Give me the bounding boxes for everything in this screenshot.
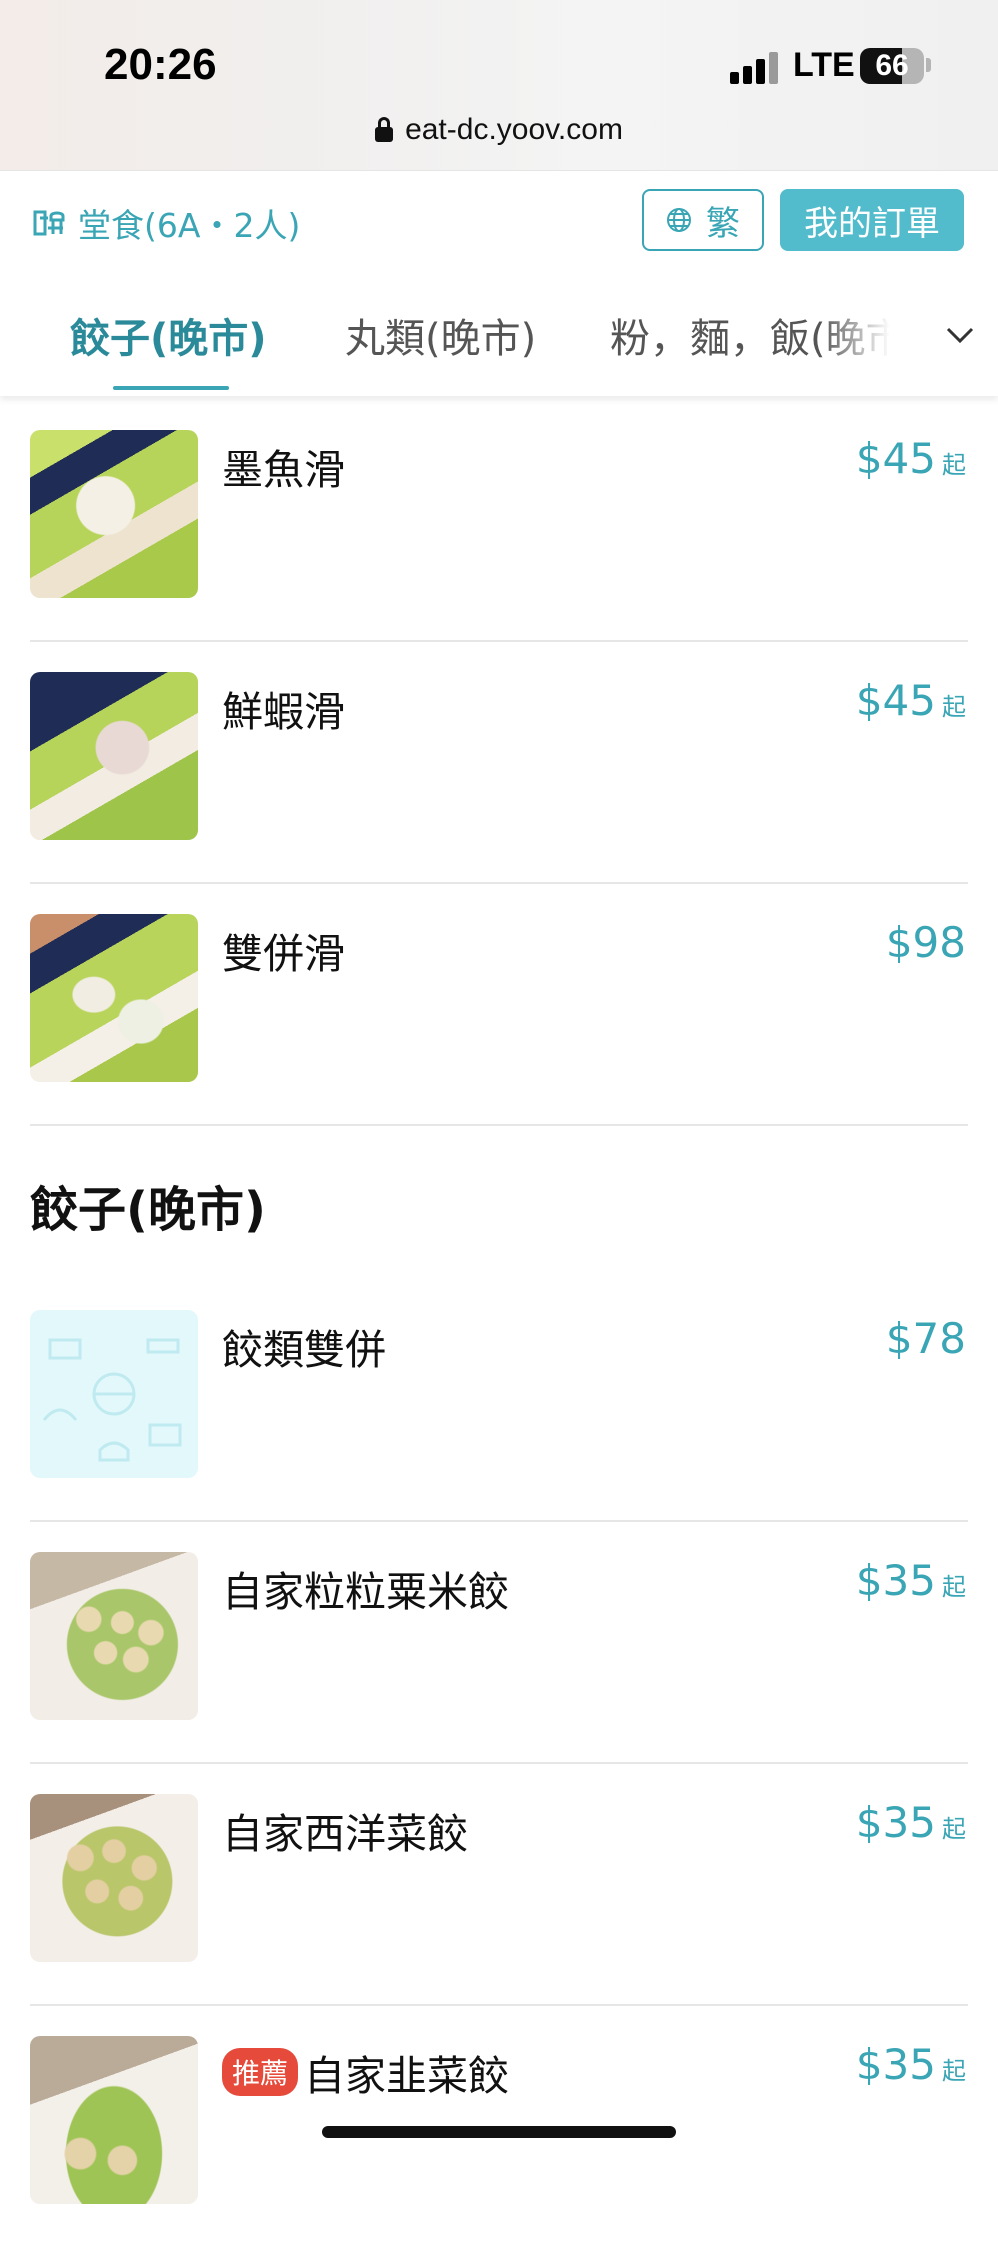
item-price: $45 起 [856, 676, 966, 725]
price-value: $35 [855, 1798, 936, 1847]
price-value: $98 [885, 918, 966, 967]
lock-icon [375, 117, 394, 143]
item-price: $98 [886, 918, 966, 967]
food-placeholder-icon [42, 1338, 182, 1462]
price-value: $35 [855, 1556, 936, 1605]
my-orders-button[interactable]: 我的訂單 [780, 189, 964, 251]
list-item[interactable]: 墨魚滑 $45 起 [0, 400, 998, 642]
list-item[interactable]: 自家西洋菜餃 $35 起 [0, 1764, 998, 2006]
dine-in-label: 堂食(6A・2人) [78, 206, 301, 245]
tab-noodles-rice-dinner[interactable]: 粉，麵，飯(晚市 [610, 306, 890, 364]
language-label: 繁 [706, 203, 740, 244]
network-type: LTE [793, 46, 855, 84]
item-name: 自家粒粒粟米餃 [222, 1568, 509, 1616]
chevron-down-icon[interactable] [940, 320, 980, 350]
price-suffix: 起 [942, 1573, 966, 1601]
item-photo [30, 1310, 198, 1478]
price-value: $45 [855, 676, 936, 725]
home-indicator [322, 2126, 676, 2138]
item-price: $35 起 [856, 1556, 966, 1605]
section-title: 餃子(晚市) [30, 1182, 266, 1238]
status-bar: 20:26 LTE 66 eat-dc.yoov.com [0, 0, 998, 170]
tab-noodles-rice-label: 粉，麵，飯(晚市 [610, 316, 890, 362]
price-suffix: 起 [942, 2057, 966, 2085]
battery-icon: 66 [860, 48, 924, 84]
divider [30, 1124, 968, 1126]
list-item[interactable]: 鮮蝦滑 $45 起 [0, 642, 998, 884]
item-name: 墨魚滑 [222, 446, 345, 494]
url-text: eat-dc.yoov.com [405, 113, 623, 146]
list-item[interactable]: 自家粒粒粟米餃 $35 起 [0, 1522, 998, 1764]
item-price: $45 起 [856, 434, 966, 483]
category-tabs: 餃子(晚市) 丸類(晚市) 粉，麵，飯(晚市 [0, 270, 998, 396]
item-photo [30, 430, 198, 598]
active-tab-indicator [113, 386, 229, 390]
price-suffix: 起 [942, 451, 966, 479]
globe-icon [667, 208, 691, 232]
item-photo [30, 1552, 198, 1720]
price-value: $35 [855, 2040, 936, 2089]
dine-in-icon [33, 210, 65, 236]
list-item[interactable]: 餃類雙併 $78 [0, 1280, 998, 1522]
tab-dumplings-dinner[interactable]: 餃子(晚市) [70, 306, 267, 364]
item-price: $35 起 [856, 2040, 966, 2089]
app-header: 堂食(6A・2人) 繁 我的訂單 [0, 170, 998, 271]
item-name: 雙併滑 [222, 930, 345, 978]
item-name: 自家西洋菜餃 [222, 1810, 468, 1858]
price-suffix: 起 [942, 1815, 966, 1843]
item-price: $78 [886, 1314, 966, 1363]
price-value: $78 [885, 1314, 966, 1363]
item-photo [30, 914, 198, 1082]
recommended-badge: 推薦 [222, 2048, 299, 2096]
price-value: $45 [855, 434, 936, 483]
item-name: 自家韭菜餃 [304, 2052, 510, 2100]
item-price: $35 起 [856, 1798, 966, 1847]
battery-level: 66 [875, 49, 909, 82]
cellular-signal-icon [730, 50, 780, 84]
language-button[interactable]: 繁 [642, 189, 764, 251]
item-name-row: 推薦 自家韭菜餃 [222, 2042, 509, 2102]
item-photo [30, 672, 198, 840]
address-bar[interactable]: eat-dc.yoov.com [0, 108, 998, 152]
battery-cap [926, 58, 931, 72]
item-name: 鮮蝦滑 [222, 688, 345, 736]
item-photo [30, 2036, 198, 2204]
dine-in-indicator[interactable]: 堂食(6A・2人) [30, 199, 300, 247]
status-time: 20:26 [104, 40, 217, 89]
item-photo [30, 1794, 198, 1962]
tab-balls-dinner[interactable]: 丸類(晚市) [345, 306, 536, 364]
item-name: 餃類雙併 [222, 1326, 386, 1374]
list-item[interactable]: 雙併滑 $98 [0, 884, 998, 1126]
price-suffix: 起 [942, 693, 966, 721]
